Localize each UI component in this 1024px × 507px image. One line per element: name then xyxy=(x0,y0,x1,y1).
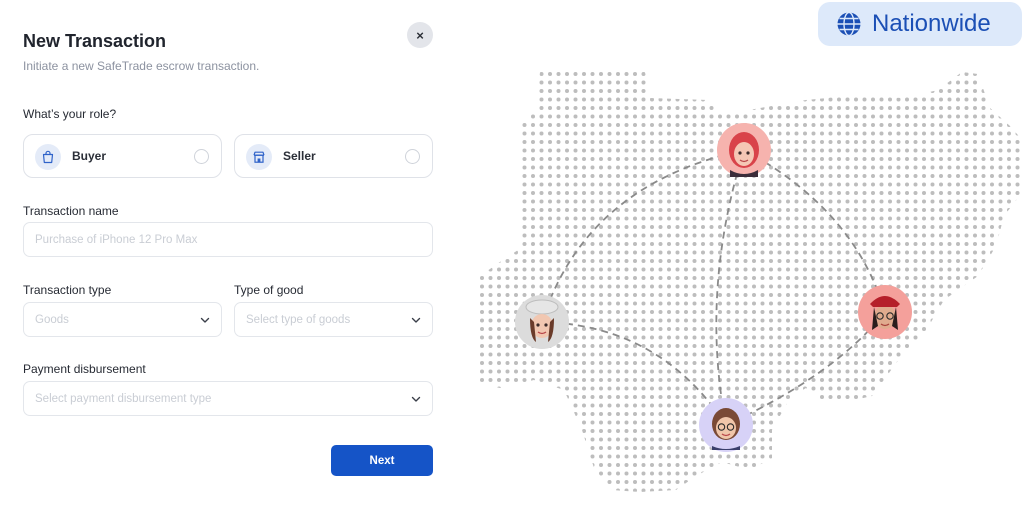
next-button[interactable]: Next xyxy=(331,445,433,476)
shopping-bag-icon xyxy=(35,144,61,170)
badge-label: Nationwide xyxy=(872,10,991,37)
new-transaction-form: New Transaction Initiate a new SafeTrade… xyxy=(0,0,455,507)
chevron-down-icon xyxy=(411,317,421,323)
seller-radio[interactable] xyxy=(405,149,420,164)
nigeria-dot-map xyxy=(480,72,1020,492)
transaction-screen: New Transaction Initiate a new SafeTrade… xyxy=(0,0,1024,507)
role-option-label: Seller xyxy=(283,149,316,163)
role-option-label: Buyer xyxy=(72,149,107,163)
nationwide-badge: Nationwide xyxy=(818,2,1022,46)
transaction-name-label: Transaction name xyxy=(23,204,119,218)
avatar-west xyxy=(515,295,569,349)
chevron-down-icon xyxy=(200,317,210,323)
avatar-north xyxy=(717,123,771,177)
payment-disbursement-placeholder: Select payment disbursement type xyxy=(35,393,212,405)
store-icon xyxy=(246,144,272,170)
transaction-type-label: Transaction type xyxy=(23,283,112,297)
transaction-name-placeholder: Purchase of iPhone 12 Pro Max xyxy=(35,234,198,246)
dialog-title: New Transaction xyxy=(23,31,167,51)
chevron-down-icon xyxy=(411,396,421,402)
type-of-good-placeholder: Select type of goods xyxy=(246,314,351,326)
transaction-type-placeholder: Goods xyxy=(35,314,69,326)
avatar-east xyxy=(858,285,912,339)
globe-icon xyxy=(837,11,861,37)
payment-disbursement-select[interactable]: Select payment disbursement type xyxy=(23,381,433,416)
buyer-radio[interactable] xyxy=(194,149,209,164)
role-option-buyer[interactable]: Buyer xyxy=(23,134,222,178)
transaction-type-select[interactable]: Goods xyxy=(23,302,222,337)
dialog-subtitle: Initiate a new SafeTrade escrow transact… xyxy=(23,59,260,73)
close-icon: × xyxy=(416,27,424,43)
avatar-south xyxy=(699,398,753,452)
close-button[interactable]: × xyxy=(407,22,433,48)
transaction-name-input[interactable]: Purchase of iPhone 12 Pro Max xyxy=(23,222,433,257)
payment-disbursement-label: Payment disbursement xyxy=(23,362,146,376)
role-label: What’s your role? xyxy=(23,107,117,121)
type-of-good-select[interactable]: Select type of goods xyxy=(234,302,433,337)
role-option-seller[interactable]: Seller xyxy=(234,134,433,178)
type-of-good-label: Type of good xyxy=(234,283,304,297)
